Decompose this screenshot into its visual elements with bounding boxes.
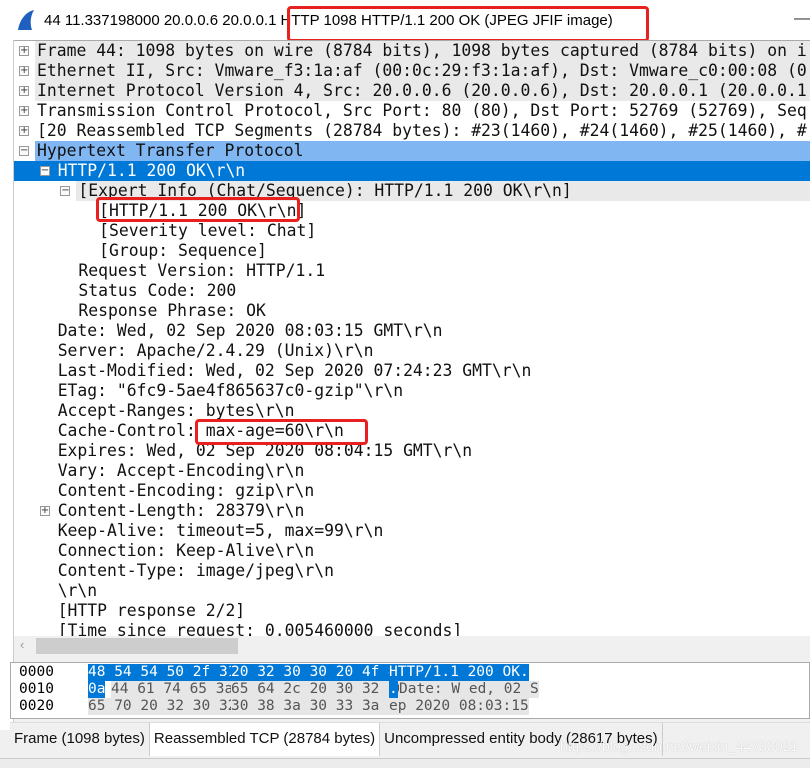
expand-icon[interactable]: + [19,86,29,96]
tree-item-label: Cache-Control: max-age=60\r\n [57,421,344,440]
tree-item[interactable]: Content-Type: image/jpeg\r\n [14,561,810,581]
tree-item-label: \r\n [57,581,98,600]
tree-item[interactable]: Status Code: 200 [14,281,810,301]
tree-item-label: [Time since request: 0.005460000 seconds… [57,621,463,636]
expand-icon[interactable]: + [19,126,29,136]
hex-offset: 0000 [19,664,54,680]
tree-item[interactable]: ETag: "6fc9-5ae4f865637c0-gzip"\r\n [14,381,810,401]
tree-item-label: [Group: Sequence] [99,241,267,260]
expand-icon[interactable]: + [19,106,29,116]
tree-item-label: Content-Type: image/jpeg\r\n [57,561,334,580]
ascii-text: ep 2020 08:03:15 [389,698,529,715]
minimize-button[interactable]: — [794,10,810,28]
tree-item-label: [Severity level: Chat] [99,221,317,240]
scrollbar-thumb[interactable] [36,638,238,654]
tree-item[interactable]: − Hypertext Transfer Protocol [14,141,810,161]
tree-item[interactable]: \r\n [14,581,810,601]
tree-item[interactable]: + Ethernet II, Src: Vmware_f3:1a:af (00:0… [14,61,810,81]
tree-item-label: Date: Wed, 02 Sep 2020 08:03:15 GMT\r\n [57,321,443,340]
expand-icon[interactable]: + [39,506,50,516]
tree-item[interactable]: [Group: Sequence] [14,241,810,261]
tree-item[interactable]: Last-Modified: Wed, 02 Sep 2020 07:24:23… [14,361,810,381]
hex-byte-selected: 0a [88,681,106,698]
tree-item[interactable]: Cache-Control: max-age=60\r\n [14,421,810,441]
annotation-box-status [96,197,300,222]
tree-item[interactable]: − HTTP/1.1 200 OK\r\n [14,161,810,181]
tree-item-label: Response Phrase: OK [78,301,266,320]
tab-bytes[interactable]: Frame (1098 bytes) [10,723,150,756]
tree-item-label: Accept-Ranges: bytes\r\n [57,401,295,420]
annotation-box-cache-control [195,419,368,445]
tree-item-label: Ethernet II, Src: Vmware_f3:1a:af (00:0c… [35,61,810,81]
tree-item[interactable]: Expires: Wed, 02 Sep 2020 08:04:15 GMT\r… [14,441,810,461]
tree-item[interactable]: Content-Encoding: gzip\r\n [14,481,810,501]
packet-details-tree[interactable]: + Frame 44: 1098 bytes on wire (8784 bits… [14,40,810,636]
tree-item[interactable]: Accept-Ranges: bytes\r\n [14,401,810,421]
tree-item-label: Server: Apache/2.4.29 (Unix)\r\n [57,341,374,360]
tree-item-label: Content-Length: 28379\r\n [57,501,305,520]
tree-item-label: ETag: "6fc9-5ae4f865637c0-gzip"\r\n [57,381,404,400]
tree-item-label: Transmission Control Protocol, Src Port:… [37,101,807,120]
tree-item-label: Expires: Wed, 02 Sep 2020 08:04:15 GMT\r… [57,441,473,460]
tree-item[interactable]: [Time since request: 0.005460000 seconds… [14,621,810,636]
tree-item[interactable]: Date: Wed, 02 Sep 2020 08:03:15 GMT\r\n [14,321,810,341]
tree-item-label: Vary: Accept-Encoding\r\n [57,461,305,480]
tree-item[interactable]: [Severity level: Chat] [14,221,810,241]
hex-offset: 0010 [19,681,54,697]
tree-item[interactable]: [HTTP response 2/2] [14,601,810,621]
tree-item-label: Content-Encoding: gzip\r\n [57,481,315,500]
tree-item[interactable]: Server: Apache/2.4.29 (Unix)\r\n [14,341,810,361]
tree-item[interactable]: + Frame 44: 1098 bytes on wire (8784 bits… [14,41,810,61]
tree-item-label: HTTP/1.1 200 OK\r\n [55,161,810,181]
tree-item[interactable]: Response Phrase: OK [14,301,810,321]
watermark: https://blog.csdn.net/weixin_44733021 [560,738,799,754]
hex-offset: 0020 [19,698,54,714]
tree-item-label: Internet Protocol Version 4, Src: 20.0.0… [35,81,810,101]
status-strip [0,758,810,768]
tree-item[interactable]: Vary: Accept-Encoding\r\n [14,461,810,481]
collapse-icon[interactable]: − [19,146,29,156]
tree-item[interactable]: + Content-Length: 28379\r\n [14,501,810,521]
annotation-box-title [287,6,649,42]
tree-item[interactable]: + Internet Protocol Version 4, Src: 20.0.… [14,81,810,101]
left-background-strip [0,40,14,730]
ascii-selected: . [389,681,398,698]
collapse-icon[interactable]: − [60,186,71,196]
horizontal-scrollbar[interactable]: ‹ [14,636,810,656]
tree-item-label: Connection: Keep-Alive\r\n [57,541,315,560]
tree-item[interactable]: Keep-Alive: timeout=5, max=99\r\n [14,521,810,541]
ascii-text: HTTP/1.1 200 OK. [389,664,529,681]
wireshark-fin-icon [18,10,34,30]
tree-item-label: Keep-Alive: timeout=5, max=99\r\n [57,521,384,540]
tree-item[interactable]: Connection: Keep-Alive\r\n [14,541,810,561]
expand-icon[interactable]: + [19,66,29,76]
scroll-left-icon[interactable]: ‹ [20,637,24,652]
tree-item-label: Request Version: HTTP/1.1 [78,261,326,280]
tree-item[interactable]: Request Version: HTTP/1.1 [14,261,810,281]
tree-item-label: Status Code: 200 [78,281,237,300]
expand-icon[interactable]: + [19,46,29,56]
tree-item-label: [20 Reassembled TCP Segments (28784 byte… [37,121,807,140]
collapse-icon[interactable]: − [39,166,50,176]
tree-item-label: [HTTP response 2/2] [57,601,246,620]
tree-item-label: Last-Modified: Wed, 02 Sep 2020 07:24:23… [57,361,532,380]
tree-item[interactable]: + Transmission Control Protocol, Src Port… [14,101,810,121]
tree-item-label: Hypertext Transfer Protocol [35,141,810,161]
tree-item-label: Frame 44: 1098 bytes on wire (8784 bits)… [35,41,810,61]
ascii-text: Date: W ed, 02 S [399,681,539,698]
packet-bytes-pane[interactable]: 0000 48 54 54 50 2f 31 2e 31 20 32 30 30 2… [10,662,810,719]
tree-item[interactable]: + [20 Reassembled TCP Segments (28784 byt… [14,121,810,141]
tab-bytes[interactable]: Reassembled TCP (28784 bytes) [149,723,381,756]
